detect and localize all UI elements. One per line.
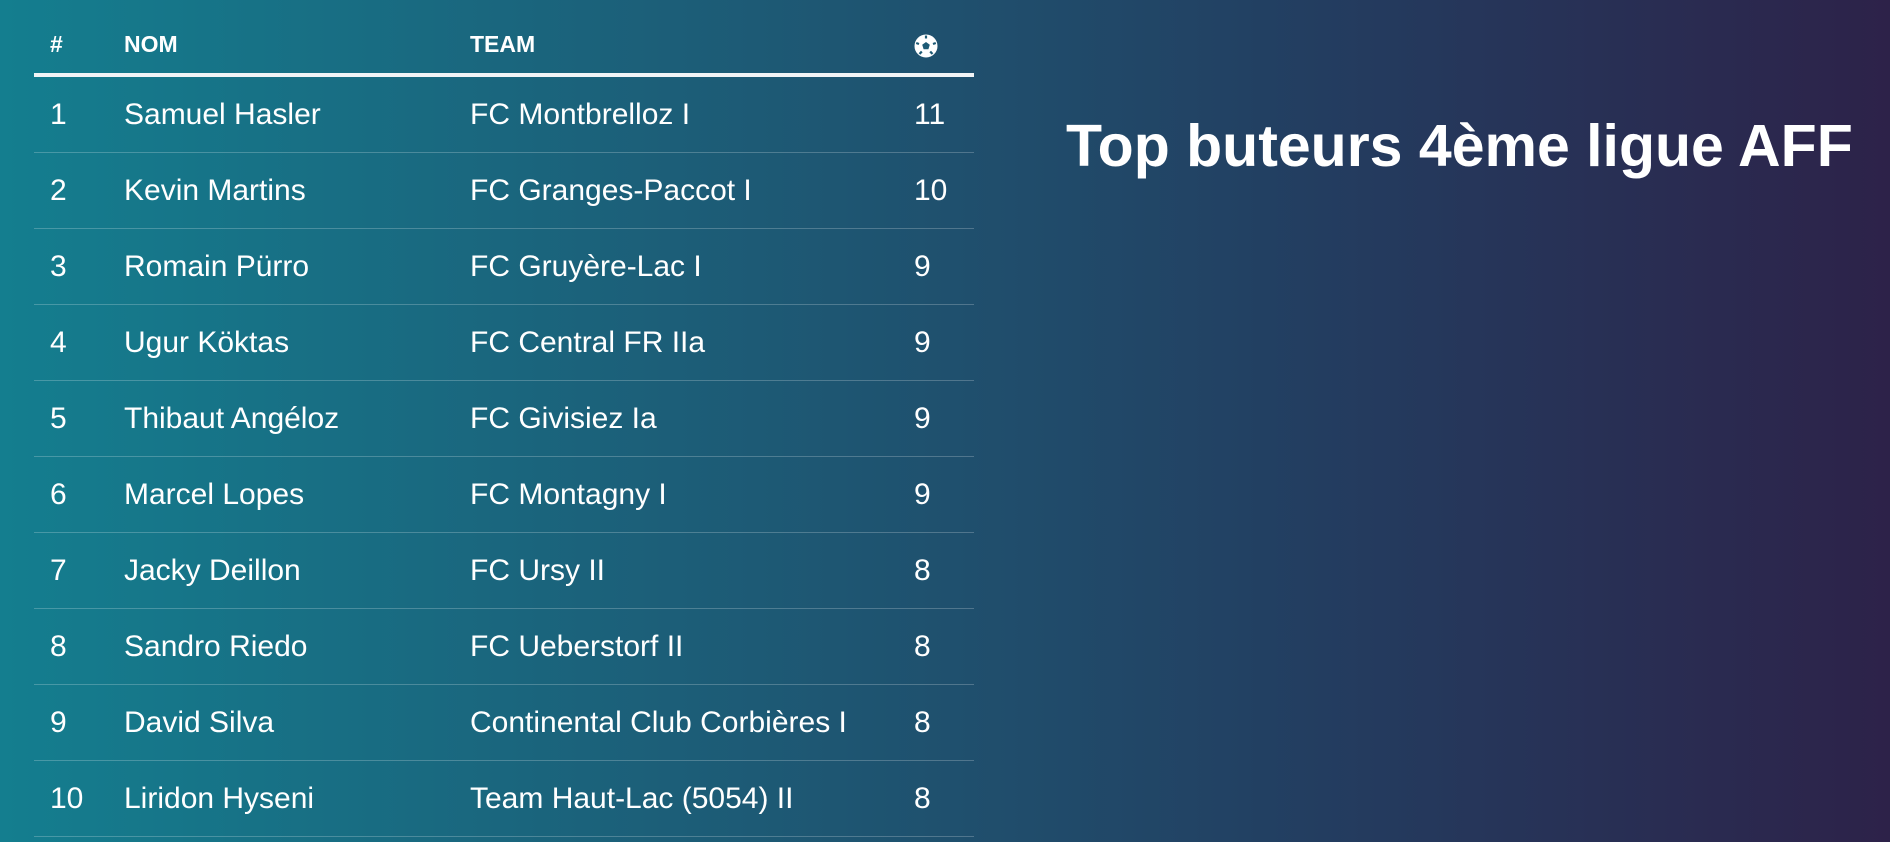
- team-cell: FC Gruyère-Lac I: [470, 249, 702, 283]
- team-cell: FC Montagny I: [470, 477, 667, 511]
- table-row: 5 Thibaut Angéloz FC Givisiez Ia 9: [34, 381, 974, 457]
- player-name-cell: David Silva: [124, 705, 275, 739]
- rank-cell: 10: [50, 781, 84, 815]
- player-name-cell: Romain Pürro: [124, 249, 310, 283]
- team-cell: FC Givisiez Ia: [470, 401, 657, 435]
- table-row: 10 Liridon Hyseni Team Haut-Lac (5054) II 8: [34, 761, 974, 837]
- scorers-table: # NOM TEAM 1 Samuel Hasler FC Montbrelloz …: [34, 16, 974, 837]
- rank-cell: 3: [50, 249, 67, 283]
- team-cell: Team Haut-Lac (5054) II: [470, 781, 794, 815]
- goals-cell: 9: [914, 325, 931, 359]
- table-row: 6 Marcel Lopes FC Montagny I 9: [34, 457, 974, 533]
- table-row: 4 Ugur Köktas FC Central FR IIa 9: [34, 305, 974, 381]
- goals-cell: 8: [914, 553, 931, 587]
- goals-cell: 11: [914, 97, 946, 131]
- rank-cell: 2: [50, 173, 67, 207]
- goals-cell: 8: [914, 705, 931, 739]
- rank-cell: 9: [50, 705, 67, 739]
- table-row: 1 Samuel Hasler FC Montbrelloz I 11: [34, 77, 974, 153]
- player-name-cell: Marcel Lopes: [124, 477, 305, 511]
- player-name-cell: Ugur Köktas: [124, 325, 290, 359]
- goals-cell: 9: [914, 401, 931, 435]
- rank-cell: 4: [50, 325, 67, 359]
- rank-cell: 7: [50, 553, 67, 587]
- table-row: 2 Kevin Martins FC Granges-Paccot I 10: [34, 153, 974, 229]
- table-row: 7 Jacky Deillon FC Ursy II 8: [34, 533, 974, 609]
- goals-cell: 8: [914, 629, 931, 663]
- team-cell: FC Granges-Paccot I: [470, 173, 752, 207]
- player-name-cell: Thibaut Angéloz: [124, 401, 340, 435]
- table-body: 1 Samuel Hasler FC Montbrelloz I 11 2 Kevin M…: [34, 77, 974, 837]
- header-team: TEAM: [470, 31, 536, 57]
- player-name-cell: Liridon Hyseni: [124, 781, 315, 815]
- rank-cell: 5: [50, 401, 67, 435]
- table-row: 3 Romain Pürro FC Gruyère-Lac I 9: [34, 229, 974, 305]
- team-cell: FC Montbrelloz I: [470, 97, 691, 131]
- player-name-cell: Kevin Martins: [124, 173, 306, 207]
- goals-cell: 9: [914, 477, 931, 511]
- goals-cell: 8: [914, 781, 931, 815]
- table-row: 8 Sandro Riedo FC Ueberstorf II 8: [34, 609, 974, 685]
- player-name-cell: Samuel Hasler: [124, 97, 321, 131]
- goals-cell: 9: [914, 249, 931, 283]
- team-cell: FC Central FR IIa: [470, 325, 706, 359]
- page-title: Top buteurs 4ème ligue AFF: [1066, 113, 1853, 179]
- goals-cell: 10: [914, 173, 948, 207]
- team-cell: FC Ueberstorf II: [470, 629, 684, 663]
- team-cell: Continental Club Corbières I: [470, 705, 847, 739]
- rank-cell: 1: [50, 97, 67, 131]
- player-name-cell: Jacky Deillon: [124, 553, 301, 587]
- header-rank: #: [50, 31, 63, 57]
- table-header: # NOM TEAM: [34, 16, 974, 77]
- team-cell: FC Ursy II: [470, 553, 605, 587]
- header-name: NOM: [124, 31, 178, 57]
- rank-cell: 6: [50, 477, 67, 511]
- table-row: 9 David Silva Continental Club Corbières I…: [34, 685, 974, 761]
- rank-cell: 8: [50, 629, 67, 663]
- header-goals: [914, 31, 974, 58]
- soccer-ball-icon: [914, 34, 938, 58]
- player-name-cell: Sandro Riedo: [124, 629, 308, 663]
